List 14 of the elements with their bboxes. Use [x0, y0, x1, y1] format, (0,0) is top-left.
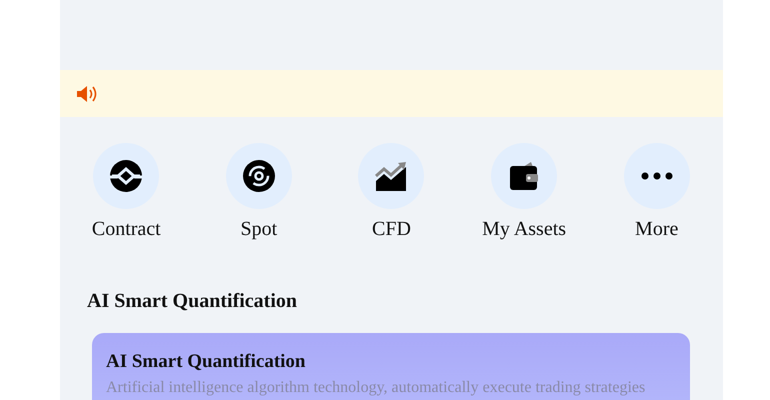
wallet-icon	[509, 161, 540, 191]
shortcut-label: My Assets	[482, 217, 566, 241]
shortcut-label: CFD	[372, 217, 411, 241]
card-description: Artificial intelligence algorithm technology, automatically execute trading strategies	[106, 379, 646, 397]
promo-card[interactable]: AI Smart Quantification Artificial intelligence algorithm technology, automatically execute trading strategies	[92, 333, 690, 400]
more-icon	[640, 172, 673, 180]
card-title: AI Smart Quantification	[106, 351, 306, 373]
target-icon	[242, 159, 276, 193]
speaker-icon	[76, 84, 98, 102]
chart-icon	[375, 161, 408, 191]
section-title: AI Smart Quantification	[87, 289, 298, 313]
shortcut-label: Spot	[240, 217, 278, 241]
shortcut-label: Contract	[92, 217, 161, 241]
shortcut-label: More	[635, 217, 678, 241]
